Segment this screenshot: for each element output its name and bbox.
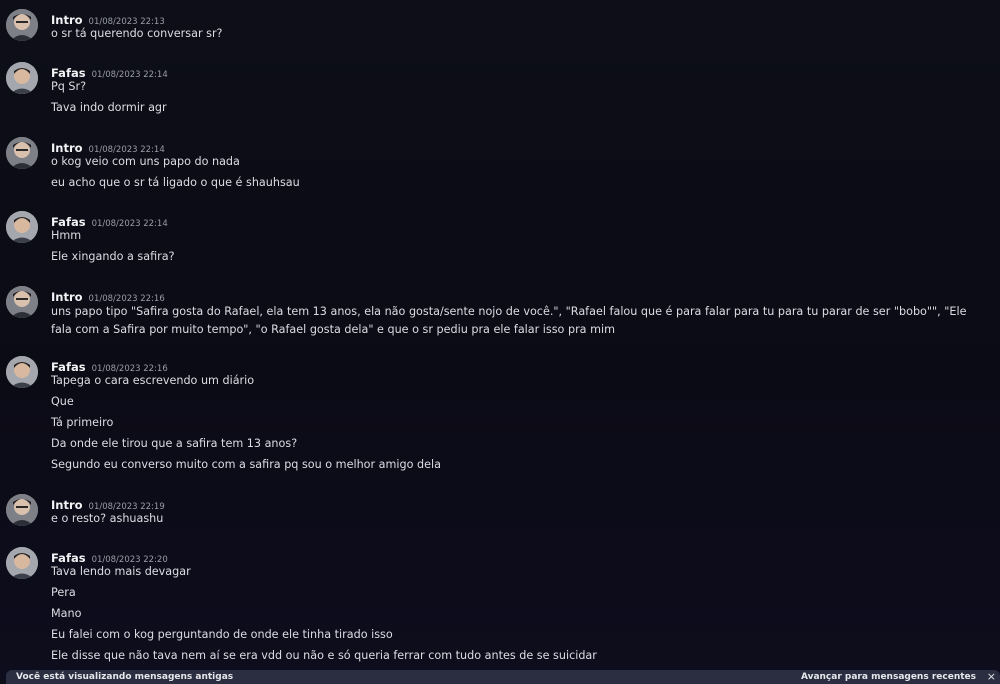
author-name[interactable]: Intro: [51, 141, 83, 155]
message-header: Fafas 01/08/2023 22:14: [51, 211, 168, 229]
message-text: Tava lendo mais devagar: [51, 565, 191, 578]
message-text: Tá primeiro: [51, 416, 114, 429]
message-text: uns papo tipo "Safira gosta do Rafael, e…: [51, 305, 967, 336]
avatar-fafas-icon: [6, 211, 38, 243]
close-icon[interactable]: ×: [987, 670, 996, 683]
avatar[interactable]: [6, 494, 38, 526]
message-text: Pq Sr?: [51, 80, 87, 93]
message-text: Tapega o cara escrevendo um diário: [51, 374, 255, 387]
author-name[interactable]: Fafas: [51, 551, 86, 565]
author-name[interactable]: Intro: [51, 498, 83, 512]
avatar-fafas-icon: [6, 62, 38, 94]
message-text: o sr tá querendo conversar sr?: [51, 27, 223, 40]
author-name[interactable]: Fafas: [51, 360, 86, 374]
avatar[interactable]: [6, 62, 38, 94]
message-text: Que: [51, 395, 74, 408]
avatar-intro-icon: [6, 137, 38, 169]
message-header: Intro 01/08/2023 22:13: [51, 9, 165, 27]
avatar[interactable]: [6, 356, 38, 388]
avatar[interactable]: [6, 211, 38, 243]
avatar-fafas-icon: [6, 356, 38, 388]
old-messages-bar: Você está visualizando mensagens antigas…: [6, 670, 1000, 684]
message-header: Intro 01/08/2023 22:19: [51, 494, 165, 512]
message-text: Tava indo dormir agr: [51, 101, 167, 114]
message-text: o kog veio com uns papo do nada: [51, 155, 240, 168]
avatar-intro-icon: [6, 494, 38, 526]
message-text: Ele xingando a safira?: [51, 250, 175, 263]
avatar[interactable]: [6, 547, 38, 579]
message-text: Ele disse que não tava nem aí se era vdd…: [51, 649, 597, 662]
message-text: Hmm: [51, 229, 82, 242]
message-header: Fafas 01/08/2023 22:14: [51, 62, 168, 80]
avatar[interactable]: [6, 286, 38, 318]
message-text: Pera: [51, 586, 76, 599]
message-header: Intro 01/08/2023 22:16: [51, 286, 165, 304]
old-messages-label: Você está visualizando mensagens antigas: [16, 672, 234, 682]
message-text: Mano: [51, 607, 82, 620]
message-text: Da onde ele tirou que a safira tem 13 an…: [51, 437, 298, 450]
message-text: e o resto? ashuashu: [51, 512, 164, 525]
jump-to-present-button[interactable]: Avançar para mensagens recentes: [801, 672, 976, 682]
avatar-intro-icon: [6, 286, 38, 318]
author-name[interactable]: Intro: [51, 290, 83, 304]
avatar-fafas-icon: [6, 547, 38, 579]
avatar[interactable]: [6, 137, 38, 169]
message-header: Intro 01/08/2023 22:14: [51, 137, 165, 155]
message-header: Fafas 01/08/2023 22:16: [51, 356, 168, 374]
avatar[interactable]: [6, 9, 38, 41]
message-text: Eu falei com o kog perguntando de onde e…: [51, 628, 393, 641]
message-text: eu acho que o sr tá ligado o que é shauh…: [51, 176, 300, 189]
message-list[interactable]: Intro 01/08/2023 22:13 o sr tá querendo c…: [0, 0, 1000, 680]
message-text: Segundo eu converso muito com a safira p…: [51, 458, 441, 471]
author-name[interactable]: Fafas: [51, 66, 86, 80]
avatar-intro-icon: [6, 9, 38, 41]
author-name[interactable]: Intro: [51, 13, 83, 27]
author-name[interactable]: Fafas: [51, 215, 86, 229]
message-header: Fafas 01/08/2023 22:20: [51, 547, 168, 565]
